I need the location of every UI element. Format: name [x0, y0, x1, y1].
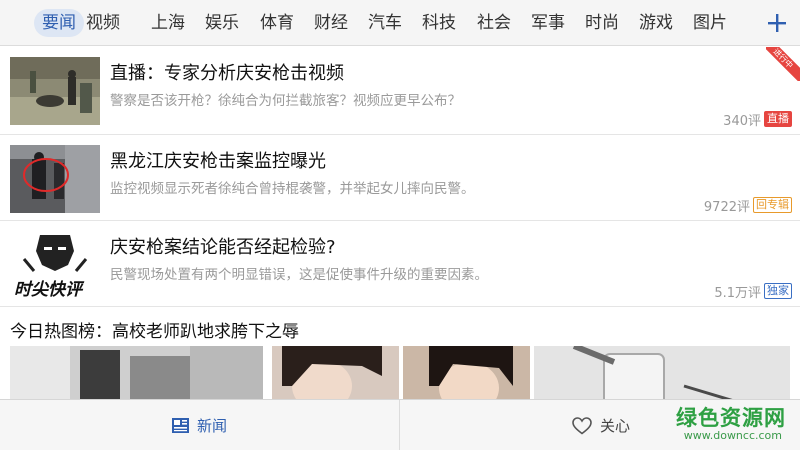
gallery-image[interactable]	[272, 346, 399, 399]
tab-fashion[interactable]: 时尚	[583, 0, 621, 46]
tab-military[interactable]: 军事	[529, 0, 567, 46]
news-item[interactable]: 时尖快评 庆安枪案结论能否经起检验? 民警现场处置有两个明显错误，这是促使事件升…	[0, 221, 800, 307]
tab-society[interactable]: 社会	[475, 0, 513, 46]
comment-count: 5.1万评	[714, 285, 761, 301]
gallery-image[interactable]	[403, 346, 530, 399]
tab-auto[interactable]: 汽车	[366, 0, 404, 46]
care-tab-label: 关心	[600, 417, 631, 435]
care-tab-button[interactable]: 关心	[572, 400, 630, 450]
news-meta: 9722评 回专辑	[703, 196, 792, 215]
gallery-image[interactable]	[10, 346, 263, 399]
gallery-image[interactable]	[534, 346, 790, 399]
tab-pictures[interactable]: 图片	[691, 0, 729, 46]
tab-video[interactable]: 视频	[84, 0, 122, 46]
news-headline: 庆安枪案结论能否经起检验?	[110, 237, 336, 258]
live-badge: 直播	[764, 111, 792, 127]
column-logo-text: 时尖快评	[14, 280, 82, 299]
plus-icon	[768, 14, 786, 32]
add-channel-button[interactable]	[754, 0, 800, 46]
news-thumbnail	[10, 145, 100, 213]
category-nav: 要闻 视频 上海 娱乐 体育 财经 汽车 科技 社会 军事 时尚 游戏 图片	[0, 0, 800, 46]
comment-count: 340评	[723, 113, 761, 129]
topic-icon: 回	[756, 198, 767, 211]
heart-icon	[572, 416, 592, 435]
comment-count: 9722评	[703, 199, 750, 215]
news-feed[interactable]: 直播：专家分析庆安枪击视频 警察是否该开枪？徐纯合为何拦截旅客？视频应更早公布？…	[0, 47, 800, 399]
news-headline: 黑龙江庆安枪击案监控曝光	[110, 151, 326, 172]
tab-entertainment[interactable]: 娱乐	[203, 0, 241, 46]
news-item[interactable]: 黑龙江庆安枪击案监控曝光 监控视频显示死者徐纯合曾持棍袭警，并举起女儿摔向民警。…	[0, 135, 800, 221]
news-thumbnail: 时尖快评	[10, 231, 100, 299]
site-watermark: 绿色资源网 www.downcc.com	[656, 402, 786, 442]
news-meta: 340评 直播	[723, 110, 792, 129]
exclusive-badge: 独家	[764, 283, 792, 299]
news-summary: 监控视频显示死者徐纯合曾持棍袭警，并举起女儿摔向民警。	[110, 181, 475, 197]
tab-tech[interactable]: 科技	[420, 0, 458, 46]
watermark-name: 绿色资源网	[676, 406, 786, 430]
tab-shanghai[interactable]: 上海	[149, 0, 187, 46]
topic-badge: 回专辑	[753, 197, 792, 213]
news-headline: 直播：专家分析庆安枪击视频	[110, 63, 344, 84]
news-tab-label: 新闻	[197, 417, 228, 435]
news-tab-button[interactable]: 新闻	[172, 400, 227, 450]
gallery-title[interactable]: 今日热图榜：高校老师趴地求胯下之辱	[10, 317, 299, 342]
news-summary: 民警现场处置有两个明显错误，这是促使事件升级的重要因素。	[110, 267, 488, 283]
news-thumbnail	[10, 57, 100, 125]
in-progress-flag: 进行中	[766, 47, 800, 81]
tab-divider	[399, 400, 400, 450]
watermark-url: www.downcc.com	[683, 429, 782, 442]
news-summary: 警察是否该开枪？徐纯合为何拦截旅客？视频应更早公布？	[110, 93, 461, 109]
tab-yaowen[interactable]: 要闻	[34, 0, 84, 46]
news-item[interactable]: 直播：专家分析庆安枪击视频 警察是否该开枪？徐纯合为何拦截旅客？视频应更早公布？…	[0, 47, 800, 135]
news-meta: 5.1万评 独家	[714, 282, 792, 301]
tab-sports[interactable]: 体育	[258, 0, 296, 46]
tab-games[interactable]: 游戏	[637, 0, 675, 46]
tab-finance[interactable]: 财经	[312, 0, 350, 46]
news-icon	[172, 418, 189, 433]
photo-gallery[interactable]	[10, 346, 790, 399]
